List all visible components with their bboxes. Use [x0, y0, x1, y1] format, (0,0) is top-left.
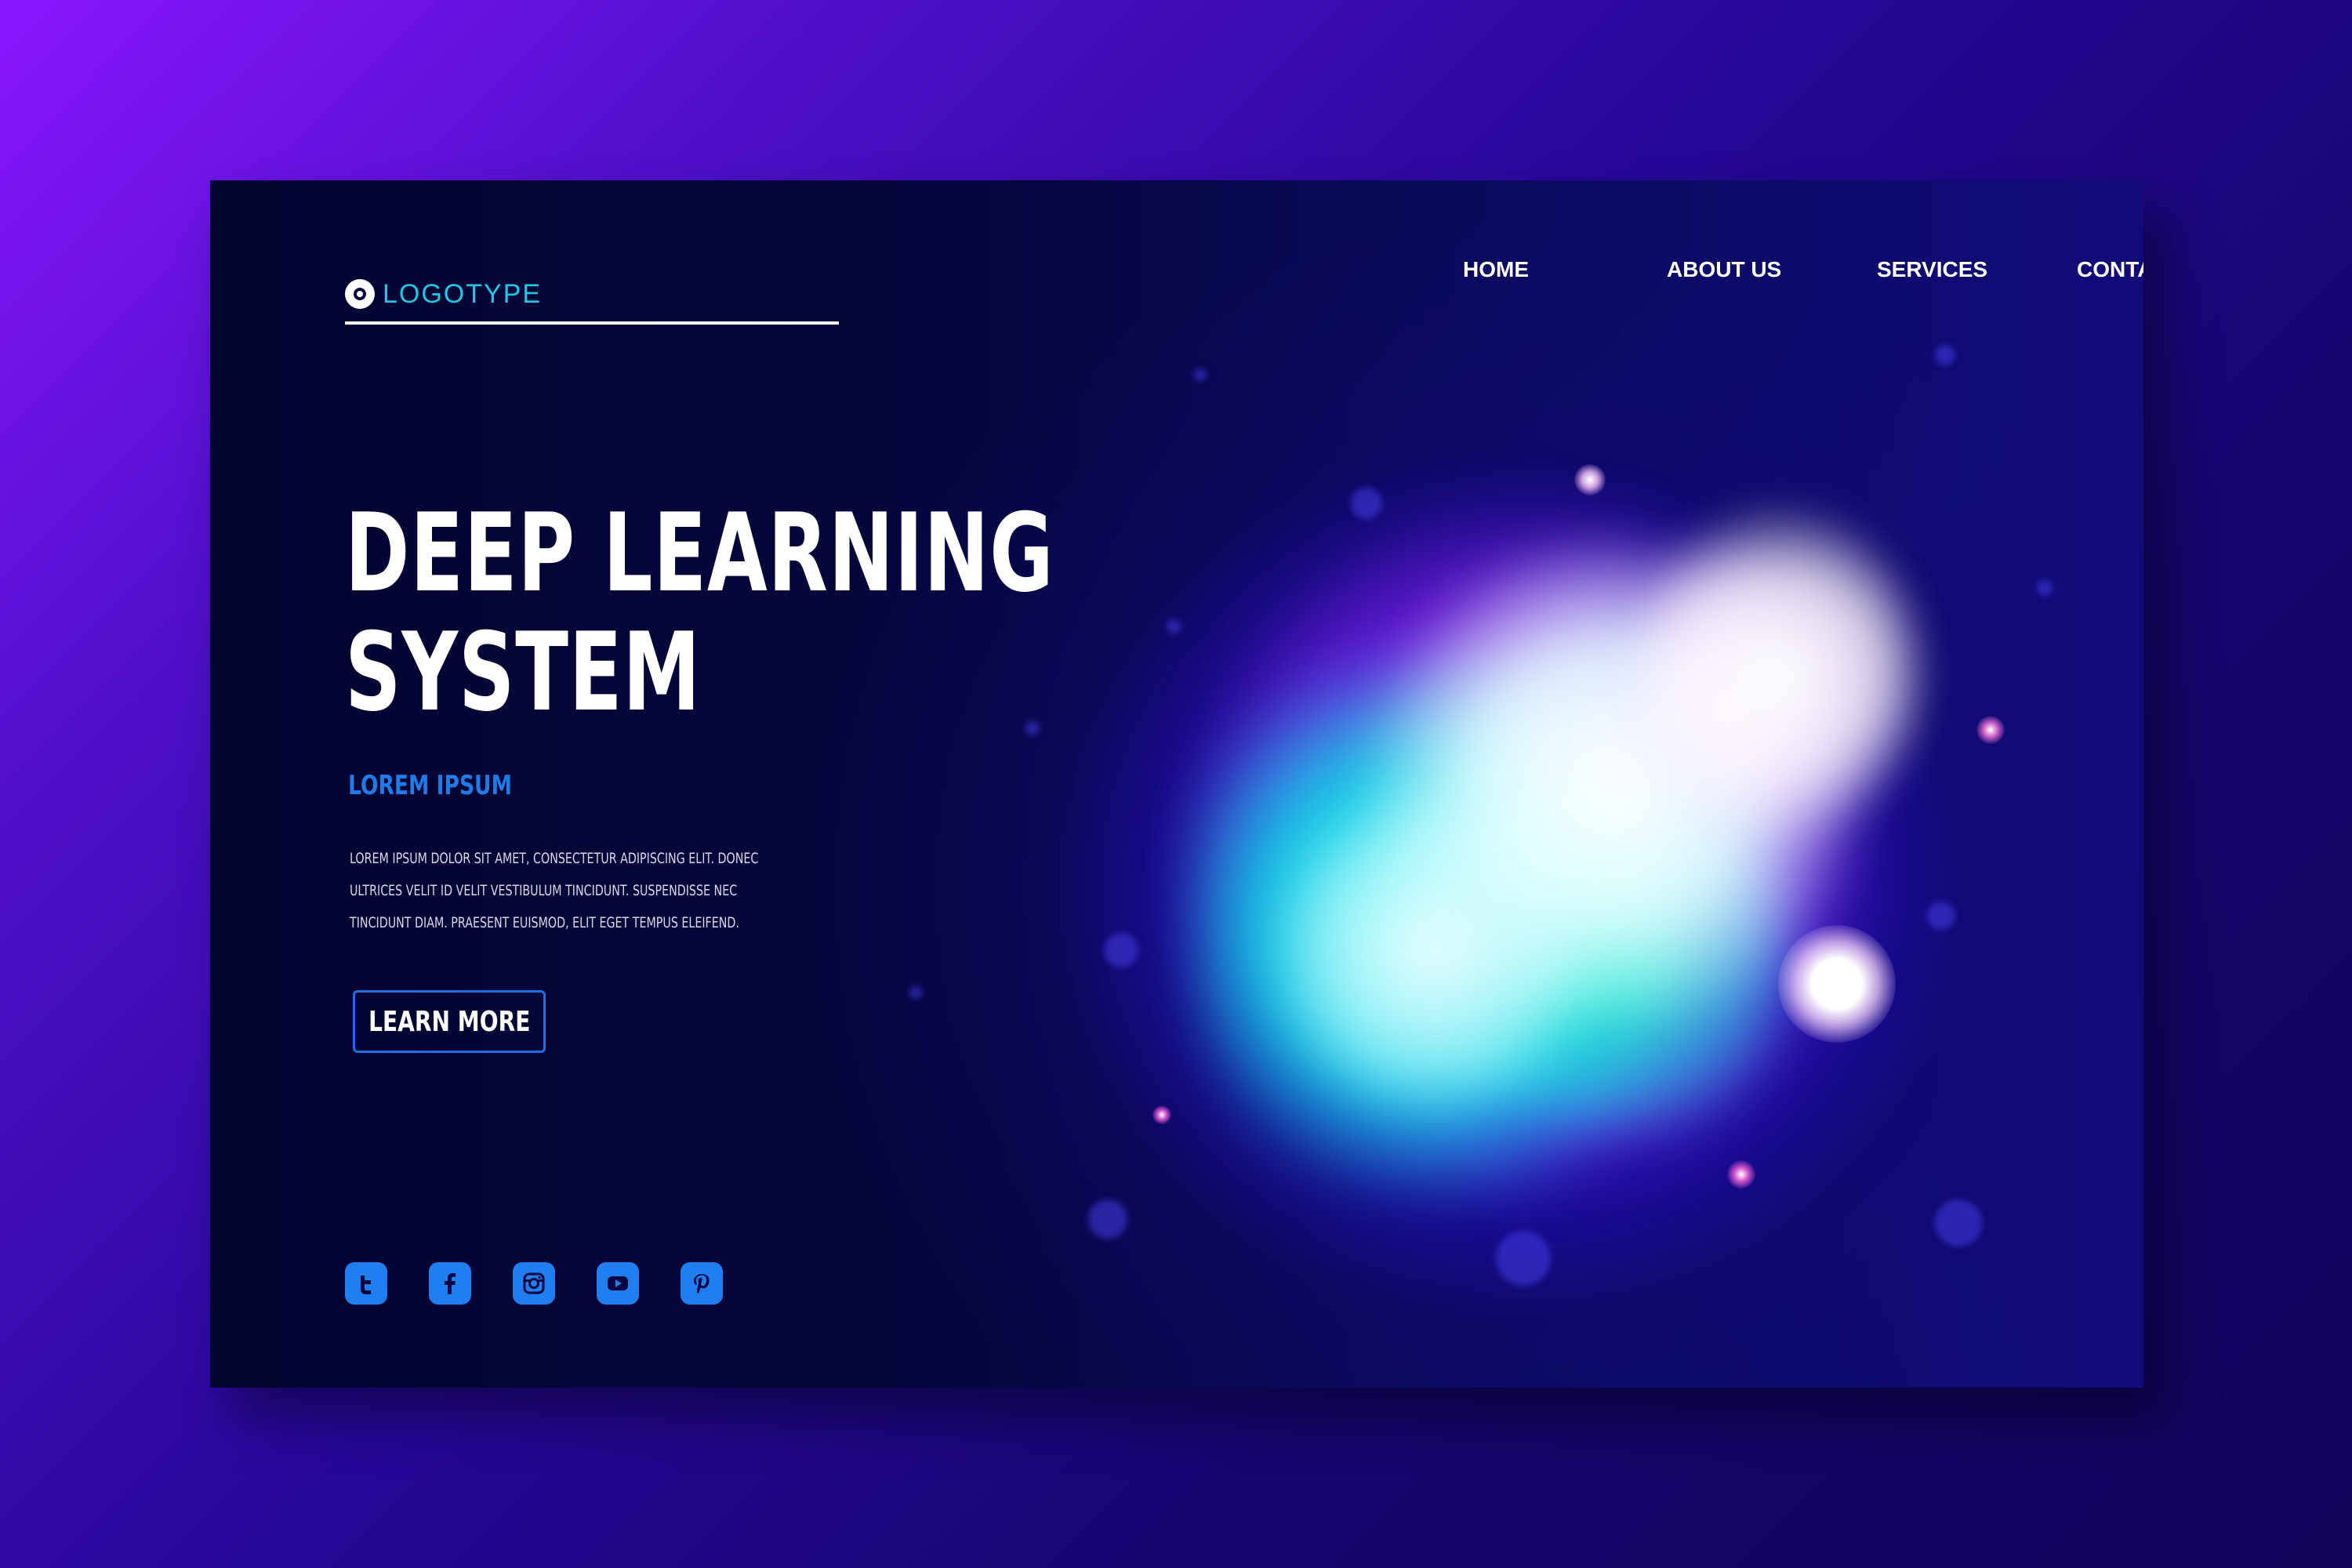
bokeh-dot — [1935, 345, 1955, 365]
bokeh-dot — [1104, 933, 1138, 967]
bokeh-dot — [1025, 721, 1040, 735]
bokeh-dot — [1935, 1200, 1982, 1247]
sparkle-star — [1152, 1105, 1171, 1124]
hero-title-line-1: DEEP LEARNING — [345, 490, 1054, 616]
learn-more-label: LEARN MORE — [368, 1005, 531, 1038]
bokeh-dot — [1088, 1200, 1127, 1239]
sparkle-star — [1574, 464, 1606, 495]
bokeh-dot — [1927, 902, 1955, 930]
body-text-line: ULTRICES VELIT ID VELIT VESTIBULUM TINCI… — [350, 882, 738, 899]
instagram-icon[interactable] — [513, 1262, 555, 1305]
facebook-icon[interactable] — [429, 1262, 471, 1305]
logo-text: LOGOTYPE — [383, 278, 543, 309]
hero-body-text: LOREM IPSUM DOLOR SIT AMET, CONSECTETUR … — [350, 843, 773, 939]
white-glow-blob-upper — [1637, 510, 1919, 839]
bokeh-dot — [1194, 368, 1207, 381]
bokeh-dot — [909, 986, 922, 999]
hero-title-line-2: SYSTEM — [345, 609, 701, 735]
logo[interactable]: LOGOTYPE — [345, 267, 839, 325]
bright-orb — [1778, 925, 1896, 1043]
bokeh-dot — [1167, 619, 1181, 633]
bokeh-dot — [2037, 580, 2053, 596]
bokeh-dot — [1351, 488, 1382, 519]
circle-target-icon — [345, 279, 375, 309]
bokeh-dot — [1496, 1231, 1551, 1286]
landing-page-card: LOGOTYPE HOME ABOUT US SERVICES CONTACT … — [210, 180, 2143, 1388]
hero-subtitle: LOREM IPSUM — [348, 770, 512, 801]
hero-title: DEEP LEARNING SYSTEM — [345, 490, 1054, 735]
youtube-icon[interactable] — [597, 1262, 639, 1305]
learn-more-button[interactable]: LEARN MORE — [353, 990, 546, 1053]
body-text-line: LOREM IPSUM DOLOR SIT AMET, CONSECTETUR … — [350, 850, 759, 867]
nav-item-about-us[interactable]: ABOUT US — [1667, 257, 1781, 282]
body-text-line: TINCIDUNT DIAM. PRAESENT EUISMOD, ELIT E… — [350, 914, 739, 931]
pinterest-icon[interactable] — [681, 1262, 723, 1305]
nav-item-home[interactable]: HOME — [1463, 257, 1529, 282]
nav-item-contact-us[interactable]: CONTACT US — [2077, 257, 2143, 282]
sparkle-star — [1727, 1160, 1755, 1189]
nav-item-services[interactable]: SERVICES — [1877, 257, 1987, 282]
sparkle-star — [1976, 716, 2005, 744]
twitter-icon[interactable] — [345, 1262, 387, 1305]
